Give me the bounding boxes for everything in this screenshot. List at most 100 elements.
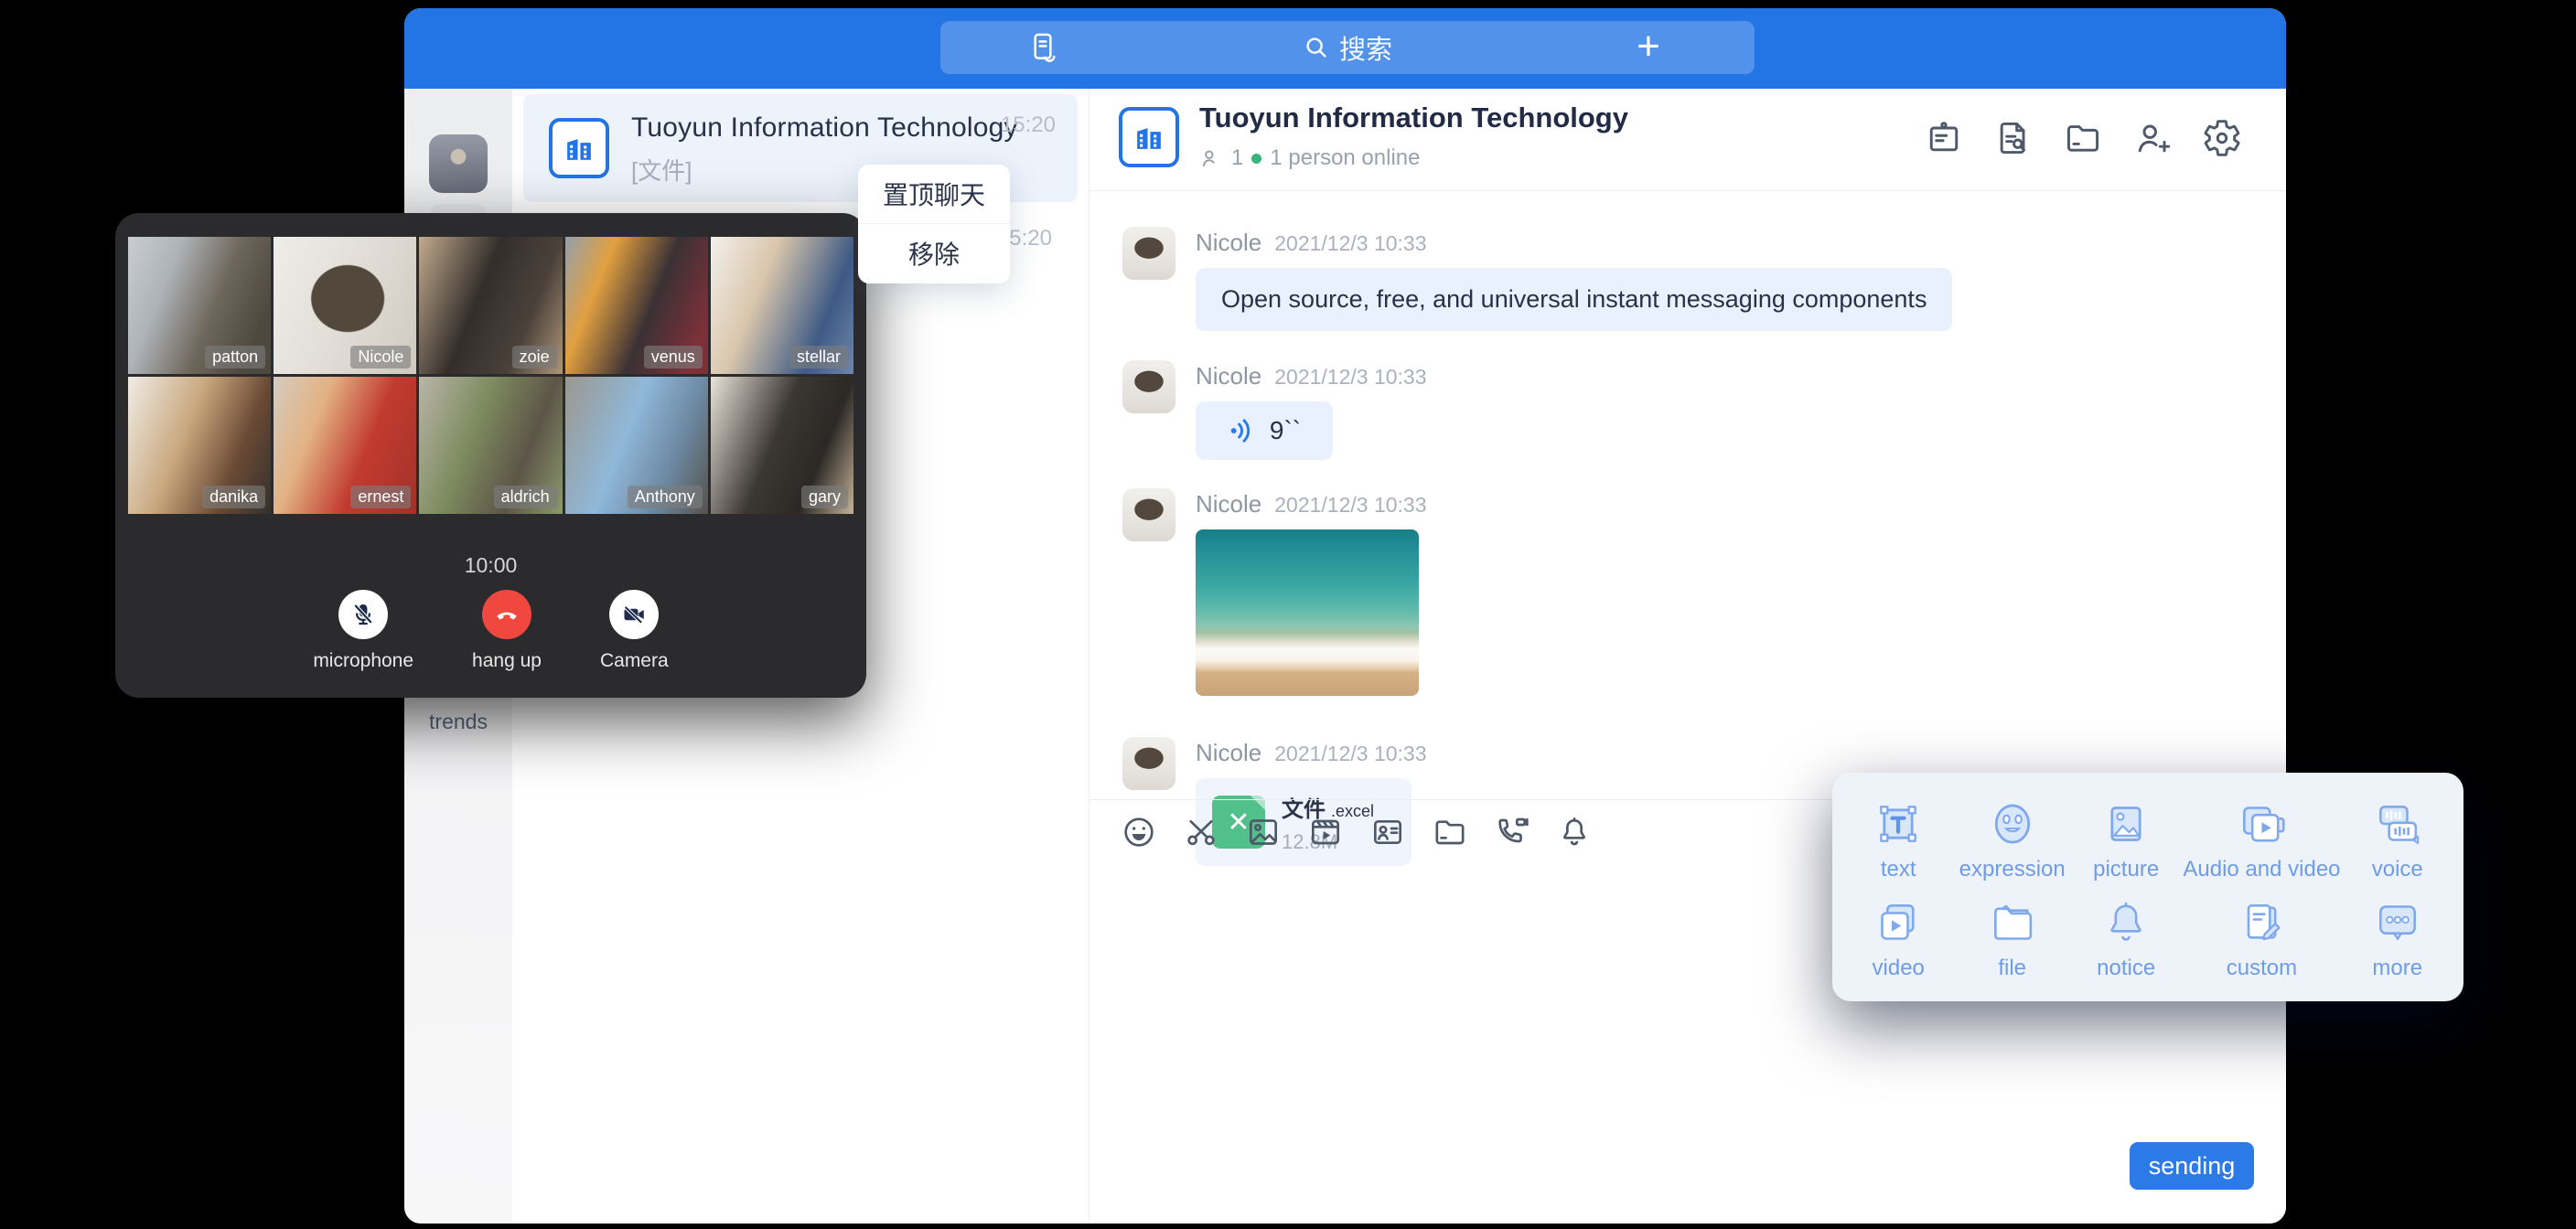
trends-label: trends xyxy=(404,710,512,734)
message-time: 2021/12/3 10:33 xyxy=(1274,493,1426,518)
conversation-title: Tuoyun Information Technology xyxy=(631,112,1018,144)
more-icon xyxy=(2372,897,2423,948)
message-voice: Nicole 2021/12/3 10:33 9`` xyxy=(1122,360,1427,460)
video-call-overlay: patton Nicole zoie venus stellar danika … xyxy=(115,213,866,698)
screenshot-stage: 搜索 + trends xyxy=(0,0,2576,1229)
panel-item-file[interactable]: file xyxy=(1955,890,2068,989)
menu-item-remove[interactable]: 移除 xyxy=(858,224,1010,283)
contact-card-icon[interactable] xyxy=(1369,814,1406,850)
hang-up-control[interactable]: hang up xyxy=(472,590,542,672)
chat-header-actions xyxy=(1924,118,2242,158)
message-time: 2021/12/3 10:33 xyxy=(1274,365,1426,390)
message-list: Nicole 2021/12/3 10:33 Open source, free… xyxy=(1089,190,2286,799)
message-image: Nicole 2021/12/3 10:33 xyxy=(1122,488,1427,696)
video-call-icon[interactable] xyxy=(1494,814,1530,850)
panel-item-label: file xyxy=(1998,956,2026,981)
sender-avatar[interactable] xyxy=(1122,737,1175,790)
panel-item-picture[interactable]: picture xyxy=(2069,791,2183,890)
settings-gear-icon[interactable] xyxy=(2202,118,2242,158)
chat-title: Tuoyun Information Technology xyxy=(1199,102,1628,134)
send-button[interactable]: sending xyxy=(2130,1142,2254,1190)
expression-icon xyxy=(1987,798,2038,850)
panel-item-label: expression xyxy=(1959,857,2066,882)
panel-item-audio-video[interactable]: Audio and video xyxy=(2183,791,2340,890)
text-bubble[interactable]: Open source, free, and universal instant… xyxy=(1196,268,1952,331)
panel-item-label: notice xyxy=(2097,956,2155,981)
search-bar[interactable]: 搜索 + xyxy=(940,21,1755,74)
sender-avatar[interactable] xyxy=(1122,360,1175,413)
online-status: 1 person online xyxy=(1270,145,1420,171)
panel-item-text[interactable]: text xyxy=(1841,791,1955,890)
camera-control[interactable]: Camera xyxy=(600,590,669,672)
panel-item-more[interactable]: more xyxy=(2341,890,2454,989)
picture-icon[interactable] xyxy=(1245,814,1282,850)
voice-bubble[interactable]: 9`` xyxy=(1196,401,1333,460)
audio-video-icon xyxy=(2236,798,2287,850)
message-type-panel: text expression picture xyxy=(1832,773,2463,1001)
participant-grid: patton Nicole zoie venus stellar danika … xyxy=(128,237,853,514)
panel-item-video[interactable]: video xyxy=(1841,890,1955,989)
chat-main: Tuoyun Information Technology 1 1 person… xyxy=(1089,89,2286,1224)
hang-up-icon[interactable] xyxy=(482,590,531,639)
participant-tile: Nicole xyxy=(274,237,416,374)
control-label: microphone xyxy=(313,650,413,672)
sender-name: Nicole xyxy=(1196,490,1261,518)
add-member-icon[interactable] xyxy=(2132,118,2173,158)
panel-item-voice[interactable]: voice xyxy=(2341,791,2454,890)
announcement-icon[interactable] xyxy=(1924,118,1964,158)
participant-name: aldrich xyxy=(494,486,557,508)
panel-item-label: picture xyxy=(2093,857,2159,882)
participant-tile: stellar xyxy=(711,237,853,374)
call-controls: microphone hang up Camer xyxy=(115,590,866,672)
folder-icon xyxy=(1987,897,2038,948)
mic-off-icon[interactable] xyxy=(338,590,388,639)
participant-name: venus xyxy=(644,346,703,369)
participant-tile: zoie xyxy=(419,237,562,374)
menu-item-pin-chat[interactable]: 置顶聊天 xyxy=(858,165,1010,223)
group-avatar xyxy=(549,118,609,178)
emoji-icon[interactable] xyxy=(1121,814,1157,850)
search-icon xyxy=(1303,34,1330,61)
panel-item-label: video xyxy=(1873,956,1925,981)
member-count: 1 xyxy=(1231,145,1243,171)
sender-avatar[interactable] xyxy=(1122,227,1175,280)
building-icon xyxy=(559,128,599,168)
microphone-control[interactable]: microphone xyxy=(313,590,413,672)
voice-duration: 9`` xyxy=(1270,416,1301,445)
panel-item-custom[interactable]: custom xyxy=(2183,890,2340,989)
chat-subtitle: 1 1 person online xyxy=(1199,145,1420,171)
camera-off-icon[interactable] xyxy=(609,590,659,639)
panel-item-expression[interactable]: expression xyxy=(1955,791,2068,890)
bell-icon xyxy=(2100,897,2152,948)
group-avatar xyxy=(1119,107,1179,167)
video-icon xyxy=(1873,897,1924,948)
participant-tile: venus xyxy=(565,237,708,374)
sender-avatar[interactable] xyxy=(1122,488,1175,541)
search-placeholder: 搜索 xyxy=(1339,28,1392,67)
participant-name: danika xyxy=(202,486,265,508)
bell-icon[interactable] xyxy=(1556,814,1593,850)
participant-tile: Anthony xyxy=(565,377,708,514)
folder-icon[interactable] xyxy=(1432,814,1468,850)
scissors-icon[interactable] xyxy=(1183,814,1219,850)
panel-item-label: text xyxy=(1881,857,1916,882)
add-icon[interactable]: + xyxy=(1628,28,1669,69)
user-avatar[interactable] xyxy=(429,134,488,193)
files-icon[interactable] xyxy=(2063,118,2103,158)
panel-item-label: Audio and video xyxy=(2183,857,2340,882)
participant-name: Nicole xyxy=(350,346,411,369)
participant-name: Anthony xyxy=(628,486,703,508)
chat-history-search-icon[interactable] xyxy=(1993,118,2034,158)
image-attachment[interactable] xyxy=(1196,529,1419,696)
custom-icon xyxy=(2236,897,2287,948)
panel-item-notice[interactable]: notice xyxy=(2069,890,2183,989)
video-icon[interactable] xyxy=(1307,814,1344,850)
message-time: 2021/12/3 10:33 xyxy=(1274,742,1426,766)
panel-item-label: more xyxy=(2372,956,2422,981)
building-icon xyxy=(1129,117,1169,157)
members-icon xyxy=(1199,146,1223,170)
conversation-context-menu: 置顶聊天 移除 xyxy=(858,165,1010,283)
participant-name: ernest xyxy=(350,486,411,508)
sender-name: Nicole xyxy=(1196,362,1261,390)
chat-header: Tuoyun Information Technology 1 1 person… xyxy=(1089,89,2286,191)
